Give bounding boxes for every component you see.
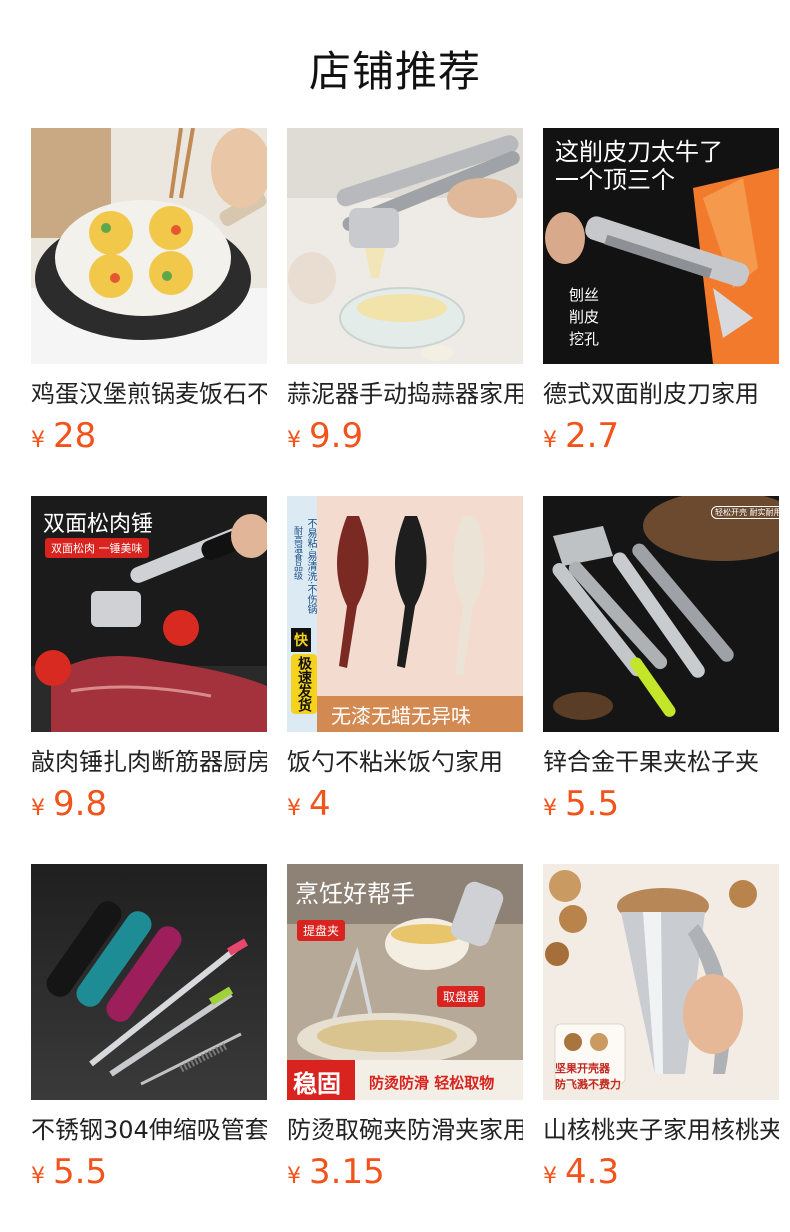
- image-headline: 双面松肉锤: [43, 512, 154, 537]
- product-card[interactable]: 鸡蛋汉堡煎锅麦饭石不粘锅 ¥28: [31, 128, 267, 496]
- product-card[interactable]: 双面松肉锤 双面松肉 一锤美味 敲肉锤扎肉断筋器厨房 ¥9.8: [31, 496, 267, 864]
- product-image-graphic: [287, 128, 523, 364]
- currency-symbol: ¥: [31, 428, 45, 453]
- rice-spoon-image[interactable]: 不易粘·易清洗·不伤锅 耐高温食品级 快 极速发货 无漆无蜡无异味: [287, 496, 523, 732]
- currency-symbol: ¥: [543, 1164, 557, 1189]
- image-feature: 刨丝: [569, 286, 600, 304]
- product-image-graphic: [287, 496, 523, 732]
- product-name[interactable]: 锌合金干果夹松子夹: [543, 742, 779, 777]
- image-tag: 轻松开壳 耐实耐用: [711, 506, 779, 519]
- image-fast-ship: 极速发货: [291, 654, 317, 714]
- price-value: 28: [53, 416, 97, 456]
- currency-symbol: ¥: [543, 796, 557, 821]
- straw-set-image[interactable]: [31, 864, 267, 1100]
- product-grid: 鸡蛋汉堡煎锅麦饭石不粘锅 ¥28 蒜泥器手动捣蒜器家用 ¥9.9: [31, 128, 781, 1232]
- image-tag: 取盘器: [437, 986, 486, 1007]
- price-value: 9.9: [309, 416, 364, 456]
- meat-hammer-image[interactable]: 双面松肉锤 双面松肉 一锤美味: [31, 496, 267, 732]
- image-vertical-text: 耐高温食品级: [292, 526, 302, 580]
- price-value: 4.3: [565, 1152, 620, 1192]
- image-fast-label: 快: [291, 628, 311, 652]
- product-price: ¥5.5: [31, 1152, 107, 1192]
- product-price: ¥28: [31, 416, 96, 456]
- product-image-graphic: [31, 128, 267, 364]
- currency-symbol: ¥: [287, 428, 301, 453]
- image-headline: 烹饪好帮手: [295, 880, 415, 908]
- egg-pan-image[interactable]: [31, 128, 267, 364]
- image-bottom-text: 无漆无蜡无异味: [331, 704, 471, 728]
- product-image-graphic: [543, 496, 779, 732]
- price-value: 2.7: [565, 416, 620, 456]
- currency-symbol: ¥: [543, 428, 557, 453]
- product-name[interactable]: 鸡蛋汉堡煎锅麦饭石不粘锅: [31, 374, 267, 409]
- image-text-line: 坚果开壳器: [555, 1062, 610, 1075]
- price-value: 3.15: [309, 1152, 385, 1192]
- image-text-line: 防飞溅不费力: [555, 1078, 621, 1091]
- image-bottom-text: 防烫防滑 轻松取物: [369, 1074, 495, 1092]
- price-value: 9.8: [53, 784, 108, 824]
- product-price: ¥4.3: [543, 1152, 619, 1192]
- product-name[interactable]: 不锈钢304伸缩吸管套装: [31, 1110, 267, 1145]
- product-name[interactable]: 蒜泥器手动捣蒜器家用: [287, 374, 523, 409]
- image-tag: 提盘夹: [297, 920, 346, 941]
- page-title: 店铺推荐: [308, 47, 481, 96]
- image-bottom-label: 稳固: [293, 1070, 341, 1098]
- product-image-graphic: [31, 864, 267, 1100]
- product-price: ¥9.8: [31, 784, 107, 824]
- image-headline: 一个顶三个: [555, 166, 675, 194]
- price-value: 5.5: [53, 1152, 108, 1192]
- product-name[interactable]: 饭勺不粘米饭勺家用: [287, 742, 523, 777]
- peeler-image[interactable]: 这削皮刀太牛了 一个顶三个 刨丝 削皮 挖孔: [543, 128, 779, 364]
- image-vertical-text: 不易粘·易清洗·不伤锅: [305, 518, 316, 615]
- product-name[interactable]: 德式双面削皮刀家用: [543, 374, 779, 409]
- bowl-clip-image[interactable]: 烹饪好帮手 提盘夹 取盘器 稳固 防烫防滑 轻松取物: [287, 864, 523, 1100]
- product-card[interactable]: 不易粘·易清洗·不伤锅 耐高温食品级 快 极速发货 无漆无蜡无异味 饭勺不粘米饭…: [287, 496, 523, 864]
- product-price: ¥5.5: [543, 784, 619, 824]
- nut-cracker-image[interactable]: 轻松开壳 耐实耐用: [543, 496, 779, 732]
- product-card[interactable]: 轻松开壳 耐实耐用 锌合金干果夹松子夹 ¥5.5: [543, 496, 779, 864]
- image-feature: 削皮: [569, 308, 600, 326]
- product-price: ¥3.15: [287, 1152, 385, 1192]
- currency-symbol: ¥: [31, 796, 45, 821]
- product-card[interactable]: 不锈钢304伸缩吸管套装 ¥5.5: [31, 864, 267, 1232]
- garlic-press-image[interactable]: [287, 128, 523, 364]
- image-badge: 双面松肉 一锤美味: [45, 538, 149, 558]
- product-card[interactable]: 蒜泥器手动捣蒜器家用 ¥9.9: [287, 128, 523, 496]
- product-card[interactable]: 坚果开壳器 防飞溅不费力 山核桃夹子家用核桃夹 ¥4.3: [543, 864, 779, 1232]
- currency-symbol: ¥: [31, 1164, 45, 1189]
- currency-symbol: ¥: [287, 1164, 301, 1189]
- product-price: ¥4: [287, 784, 331, 824]
- product-name[interactable]: 山核桃夹子家用核桃夹: [543, 1110, 779, 1145]
- price-value: 5.5: [565, 784, 620, 824]
- image-feature: 挖孔: [569, 330, 600, 348]
- walnut-cracker-image[interactable]: 坚果开壳器 防飞溅不费力: [543, 864, 779, 1100]
- product-card[interactable]: 烹饪好帮手 提盘夹 取盘器 稳固 防烫防滑 轻松取物 防烫取碗夹防滑夹家用 ¥3…: [287, 864, 523, 1232]
- currency-symbol: ¥: [287, 796, 301, 821]
- product-card[interactable]: 这削皮刀太牛了 一个顶三个 刨丝 削皮 挖孔 德式双面削皮刀家用 ¥2.7: [543, 128, 779, 496]
- product-price: ¥2.7: [543, 416, 619, 456]
- price-value: 4: [309, 784, 331, 824]
- product-name[interactable]: 敲肉锤扎肉断筋器厨房: [31, 742, 267, 777]
- product-price: ¥9.9: [287, 416, 363, 456]
- product-name[interactable]: 防烫取碗夹防滑夹家用: [287, 1110, 523, 1145]
